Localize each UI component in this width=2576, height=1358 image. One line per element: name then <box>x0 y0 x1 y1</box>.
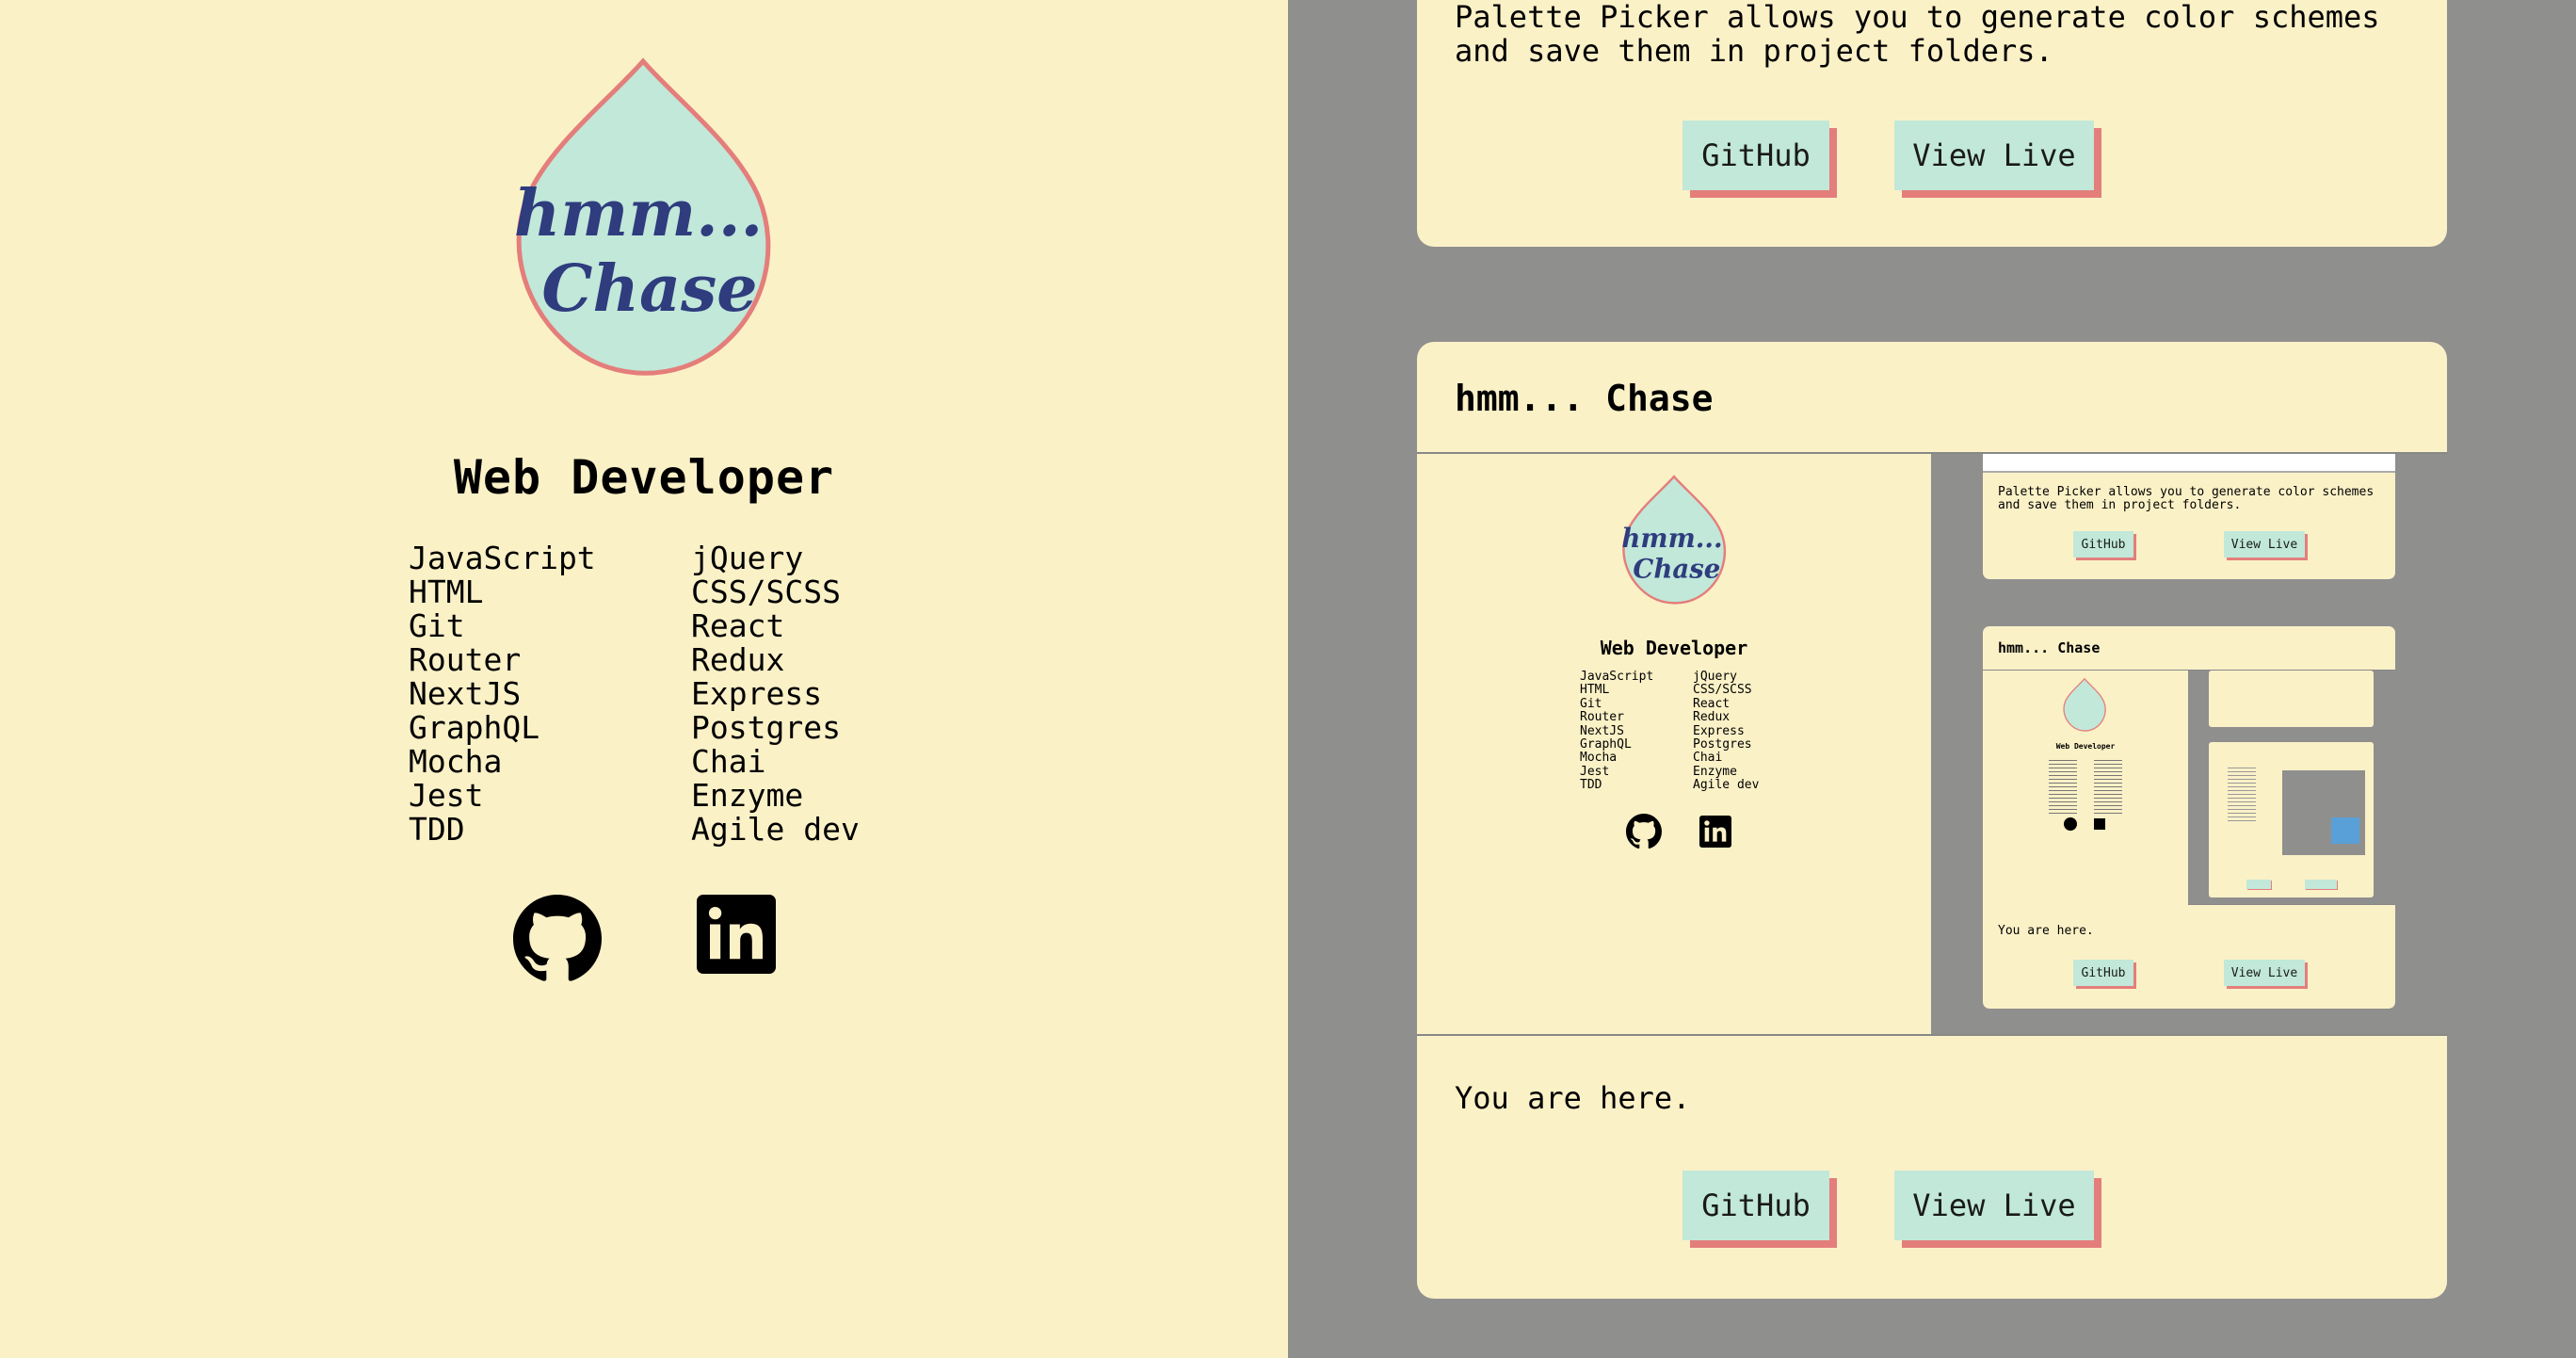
skills-column-2: jQuery CSS/SCSS React Redux Express Post… <box>691 542 860 847</box>
preview-profile-pane: hmm... Chase Web Developer JavaScript HTM… <box>1417 454 1931 1034</box>
skills-list: JavaScript HTML Git Router NextJS GraphQ… <box>409 542 1068 847</box>
preview-projects-pane: Palette Picker allows you to generate co… <box>1931 454 2447 1034</box>
preview-title: Web Developer <box>1600 637 1748 659</box>
skill-item: Git <box>409 607 465 644</box>
skill-item: Redux <box>691 641 785 678</box>
page-title: Web Developer <box>453 450 835 505</box>
social-links <box>0 895 1288 989</box>
skill-item: JavaScript <box>409 540 596 576</box>
linkedin-link[interactable] <box>697 895 776 974</box>
svg-text:Chase: Chase <box>1633 554 1720 585</box>
skill-item: GraphQL <box>409 709 540 746</box>
skill-item: Postgres <box>691 709 841 746</box>
skill-item: React <box>691 607 785 644</box>
logo-line1: hmm... <box>514 176 763 251</box>
skill-item: Enzyme <box>691 777 804 814</box>
logo: hmm... Chase <box>497 57 789 396</box>
project-card-hmm-chase: hmm... Chase hmm... Chase Web Developer … <box>1417 342 2447 1299</box>
github-icon <box>1626 814 1662 849</box>
view-live-button[interactable]: View Live <box>1894 121 2094 190</box>
project-preview-image: hmm... Chase Web Developer JavaScript HTM… <box>1417 452 2447 1036</box>
skills-column-1: JavaScript HTML Git Router NextJS GraphQ… <box>409 542 691 847</box>
skill-item: HTML <box>409 574 484 610</box>
skill-item: jQuery <box>691 540 804 576</box>
preview-card-chase: hmm... Chase Web Developer You are here.… <box>1983 626 2395 1009</box>
skill-item: TDD <box>409 811 465 848</box>
project-name: hmm... Chase <box>1455 378 1714 419</box>
logo-line2: Chase <box>541 251 757 327</box>
skill-item: Jest <box>409 777 484 814</box>
project-description: You are here. <box>1455 1080 1691 1116</box>
github-button[interactable]: GitHub <box>1682 1171 1829 1240</box>
projects-pane[interactable]: Palette Picker allows you to generate co… <box>1288 0 2576 1358</box>
linkedin-icon <box>1699 816 1731 848</box>
project-description: Palette Picker allows you to generate co… <box>1455 0 2380 69</box>
preview-card-palette: Palette Picker allows you to generate co… <box>1983 454 2395 579</box>
github-icon <box>513 895 602 981</box>
skill-item: Router <box>409 641 522 678</box>
skill-item: Express <box>691 675 823 712</box>
svg-text:hmm...: hmm... <box>1621 523 1722 554</box>
skill-item: Agile dev <box>691 811 860 848</box>
droplet-logo-icon: hmm... Chase <box>1621 475 1727 605</box>
view-live-button[interactable]: View Live <box>1894 1171 2094 1240</box>
skill-item: Mocha <box>409 743 503 780</box>
github-button[interactable]: GitHub <box>1682 121 1829 190</box>
linkedin-icon <box>697 895 776 974</box>
project-card-palette-picker: Palette Picker allows you to generate co… <box>1417 0 2447 247</box>
github-link[interactable] <box>513 895 602 983</box>
preview-skills: JavaScript HTML Git Router NextJS GraphQL Mo… <box>1580 670 1760 793</box>
skill-item: NextJS <box>409 675 522 712</box>
skill-item: Chai <box>691 743 766 780</box>
profile-pane: hmm... Chase Web Developer JavaScript HT… <box>0 0 1288 1358</box>
skill-item: CSS/SCSS <box>691 574 841 610</box>
droplet-logo-icon: hmm... Chase <box>514 57 771 376</box>
